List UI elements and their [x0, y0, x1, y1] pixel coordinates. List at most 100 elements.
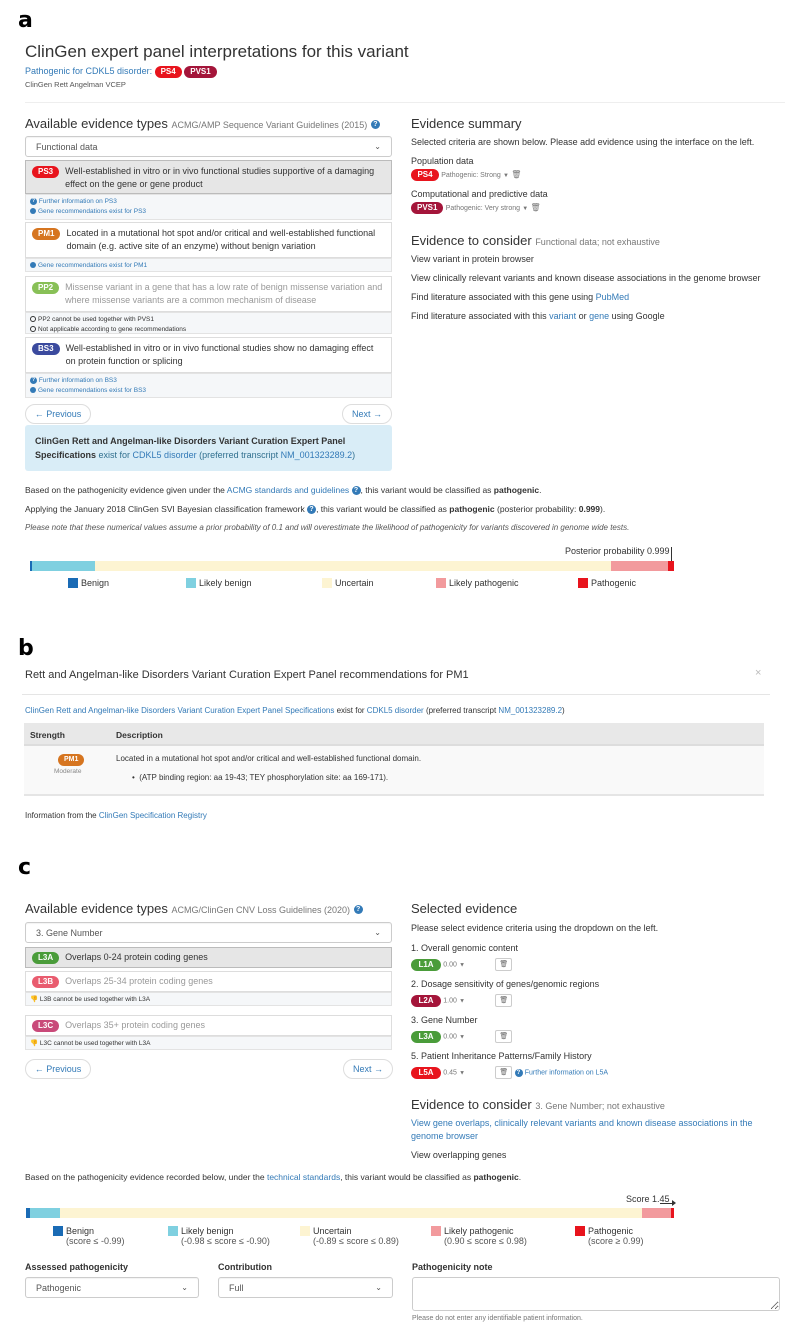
further-info-link[interactable]: Further information on PS3	[39, 198, 117, 205]
badge-pm1: PM1	[32, 228, 61, 240]
badge-l3a: L3A	[32, 952, 60, 964]
caret-down-icon[interactable]: ▼	[459, 1071, 465, 1077]
heading-text: Evidence to consider	[411, 1097, 532, 1112]
bayesian-classification: Applying the January 2018 ClinGen SVI Ba…	[25, 504, 605, 515]
previous-button[interactable]: ← Previous	[25, 1059, 91, 1079]
badge-l3c: L3C	[32, 1020, 60, 1032]
trash-icon[interactable]: 🗑	[530, 203, 540, 212]
segment-uncertain	[95, 561, 611, 571]
criterion-ps3[interactable]: PS3 Well-established in vitro or in vivo…	[25, 160, 392, 194]
group-population-data[interactable]: Population data	[411, 156, 474, 166]
specifications-link[interactable]: ClinGen Rett and Angelman-like Disorders…	[25, 706, 334, 715]
swatch	[436, 578, 446, 588]
pubmed-link[interactable]: PubMed	[596, 292, 630, 302]
panel-a-title: ClinGen expert panel interpretations for…	[25, 42, 409, 61]
caret-down-icon[interactable]: ▼	[503, 173, 509, 179]
score-dropdown[interactable]: 0.45	[443, 1070, 457, 1077]
caret-down-icon[interactable]: ▼	[459, 963, 465, 969]
caret-down-icon[interactable]: ▼	[459, 999, 465, 1005]
trash-icon[interactable]: 🗑	[495, 1030, 513, 1043]
transcript-link[interactable]: NM_001323289.2	[281, 450, 353, 460]
category-select[interactable]: 3. Gene Number ⌄	[25, 922, 392, 943]
legend-label: Likely pathogenic	[449, 578, 519, 588]
interpretation-link[interactable]: Pathogenic for CDKL5 disorder:	[25, 66, 152, 76]
registry-link[interactable]: ClinGen Specification Registry	[99, 811, 207, 820]
gene-recommendations-link[interactable]: Gene recommendations exist for BS3	[38, 387, 146, 394]
evidence-to-consider-heading: Evidence to consider Functional data; no…	[411, 233, 660, 248]
criterion-l3b[interactable]: L3B Overlaps 25-34 protein coding genes	[25, 971, 392, 992]
selected-criterion-pvs1: PVS1 Pathogenic: Very strong ▼ 🗑	[411, 202, 541, 214]
technical-standards-link[interactable]: technical standards	[267, 1172, 340, 1182]
legend-label: Benign (score ≤ -0.99)	[66, 1226, 124, 1246]
group-dosage-sensitivity[interactable]: 2. Dosage sensitivity of genes/genomic r…	[411, 979, 599, 989]
group-computational-data[interactable]: Computational and predictive data	[411, 189, 548, 199]
transcript-link[interactable]: NM_001323289.2	[498, 706, 562, 715]
next-button[interactable]: Next →	[343, 1059, 393, 1079]
text: , this variant would be classified as	[340, 1172, 474, 1182]
vcep-name: ClinGen Rett Angelman VCEP	[25, 80, 126, 89]
strength-dropdown[interactable]: Pathogenic: Strong	[441, 172, 501, 179]
further-info-l5a-link[interactable]: Further information on L5A	[525, 1070, 608, 1077]
gene-recommendations-link[interactable]: Gene recommendations exist for PM1	[38, 262, 147, 269]
selected-criterion-l2a: L2A 1.00 ▼ 🗑	[411, 994, 513, 1007]
google-gene-link[interactable]: gene	[589, 311, 609, 321]
category-select[interactable]: Functional data ⌄	[25, 136, 392, 157]
genome-browser-link[interactable]: View clinically relevant variants and kn…	[411, 273, 761, 283]
score-dropdown[interactable]: 0.00	[443, 962, 457, 969]
next-button[interactable]: Next →	[342, 404, 392, 424]
caret-down-icon[interactable]: ▼	[522, 206, 528, 212]
criterion-bs3[interactable]: BS3 Well-established in vitro or in vivo…	[25, 337, 392, 373]
badge-l5a: L5A	[411, 1066, 441, 1079]
score-dropdown[interactable]: 1.00	[443, 998, 457, 1005]
gene-recommendations-link[interactable]: Gene recommendations exist for PS3	[38, 208, 146, 215]
trash-icon[interactable]: 🗑	[495, 958, 513, 971]
criterion-notes: ? Further information on BS3 Gene recomm…	[25, 373, 392, 398]
panel-a-label: a	[18, 8, 33, 33]
score-dropdown[interactable]: 0.00	[443, 1034, 457, 1041]
pathogenicity-note-input[interactable]	[412, 1277, 780, 1311]
group-inheritance-patterns[interactable]: 5. Patient Inheritance Patterns/Family H…	[411, 1051, 592, 1061]
segment-likely-pathogenic	[611, 561, 668, 571]
assessed-pathogenicity-select[interactable]: Pathogenic ⌄	[25, 1277, 199, 1298]
criterion-l3a[interactable]: L3A Overlaps 0-24 protein coding genes	[25, 947, 392, 968]
bullet-text: (ATP binding region: aa 19-43; TEY phosp…	[139, 773, 389, 782]
classification: pathogenic	[493, 485, 540, 495]
contribution-select[interactable]: Full ⌄	[218, 1277, 393, 1298]
divider	[25, 102, 785, 103]
criterion-l3c[interactable]: L3C Overlaps 35+ protein coding genes	[25, 1015, 392, 1036]
selected-evidence-intro: Please select evidence criteria using th…	[411, 923, 659, 933]
description-bullet: • (ATP binding region: aa 19-43; TEY pho…	[132, 773, 389, 782]
help-icon[interactable]: ?	[307, 505, 317, 515]
gene-overlaps-link[interactable]: View gene overlaps, clinically relevant …	[411, 1117, 771, 1143]
text: , this variant would be classified as	[360, 485, 494, 495]
trash-icon[interactable]: 🗑	[511, 170, 521, 179]
protein-browser-link[interactable]: View variant in protein browser	[411, 254, 534, 264]
text: .	[518, 1172, 522, 1182]
further-info-link[interactable]: Further information on BS3	[39, 377, 117, 384]
guideline-name: ACMG/AMP Sequence Variant Guidelines (20…	[171, 120, 368, 130]
table-header: Strength Description	[24, 723, 764, 746]
disorder-link[interactable]: CDKL5 disorder	[133, 450, 197, 460]
text: exist for	[334, 706, 367, 715]
caret-down-icon[interactable]: ▼	[459, 1035, 465, 1041]
criterion-pm1[interactable]: PM1 Located in a mutational hot spot and…	[25, 222, 392, 258]
legend-pathogenic: Pathogenic	[578, 578, 636, 588]
close-icon[interactable]: ×	[755, 667, 761, 679]
text: using Google	[609, 311, 665, 321]
google-variant-link[interactable]: variant	[549, 311, 576, 321]
group-gene-number[interactable]: 3. Gene Number	[411, 1015, 478, 1025]
disorder-link[interactable]: CDKL5 disorder	[367, 706, 424, 715]
group-overall-genomic-content[interactable]: 1. Overall genomic content	[411, 943, 518, 953]
criterion-pp2[interactable]: PP2 Missense variant in a gene that has …	[25, 276, 392, 312]
help-icon[interactable]: ?	[370, 120, 380, 130]
overlapping-genes-link[interactable]: View overlapping genes	[411, 1150, 506, 1160]
help-icon[interactable]: ?	[351, 486, 361, 496]
strength-dropdown[interactable]: Pathogenic: Very strong	[446, 205, 520, 212]
help-icon[interactable]: ?	[353, 905, 363, 915]
label: Likely pathogenic	[444, 1226, 514, 1236]
previous-button[interactable]: ← Previous	[25, 404, 91, 424]
criterion-text: Located in a mutational hot spot and/or …	[66, 228, 376, 251]
trash-icon[interactable]: 🗑	[495, 994, 513, 1007]
acmg-link[interactable]: ACMG standards and guidelines	[227, 485, 349, 495]
trash-icon[interactable]: 🗑	[495, 1066, 513, 1079]
